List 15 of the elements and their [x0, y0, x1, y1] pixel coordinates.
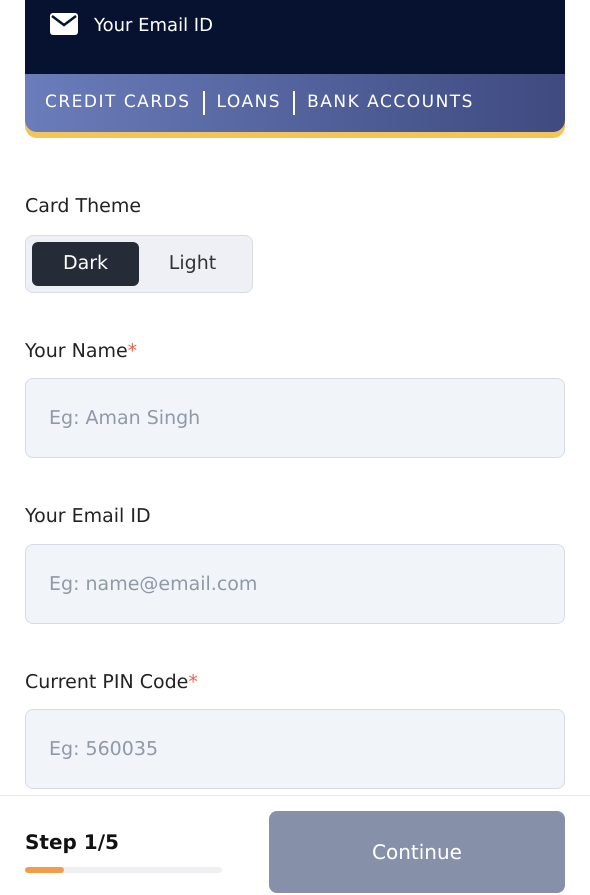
field-label: Your Email ID — [25, 504, 152, 529]
envelope-icon — [50, 13, 78, 35]
step-indicator: Step 1/5 — [25, 828, 120, 856]
category-label: LOANS — [216, 91, 282, 114]
input-field[interactable]: Eg: 560035 — [25, 709, 565, 789]
theme-option[interactable]: Dark — [32, 242, 139, 286]
section-label: Card Theme — [25, 194, 142, 219]
category-label: CREDIT CARDS — [45, 91, 191, 114]
field-label: Your Name* — [25, 338, 138, 364]
theme-option[interactable]: Light — [139, 242, 246, 286]
category-label: BANK ACCOUNTS — [307, 91, 474, 114]
email-label: Your Email ID — [94, 14, 213, 38]
input-field[interactable]: Eg: name@email.com — [25, 544, 565, 624]
input-field[interactable]: Eg: Aman Singh — [25, 378, 565, 458]
field-label: Current PIN Code* — [25, 670, 199, 694]
